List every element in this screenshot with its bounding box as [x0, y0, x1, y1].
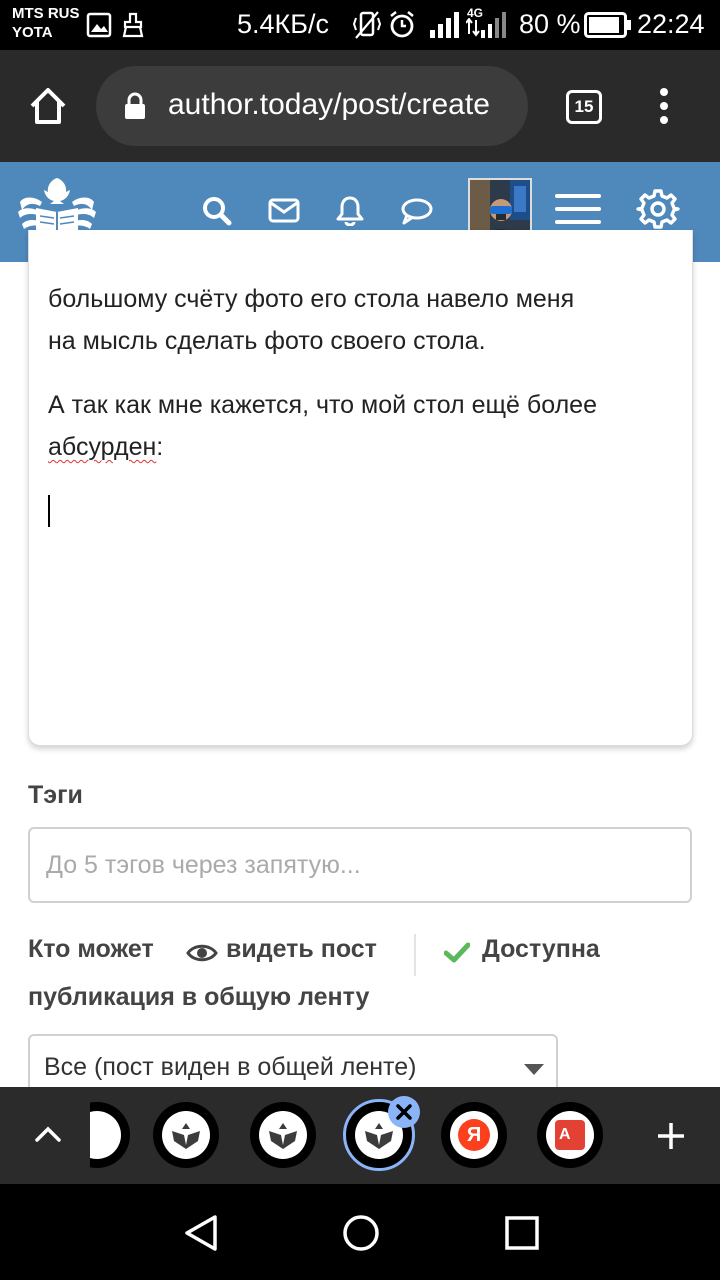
clock: 22:24 — [637, 9, 705, 39]
chevron-up-icon[interactable] — [34, 1125, 62, 1143]
visibility-label: видеть пост — [226, 935, 377, 963]
search-icon[interactable] — [202, 196, 232, 226]
bell-icon[interactable] — [335, 194, 365, 226]
close-tab-button[interactable] — [388, 1096, 420, 1128]
visibility-prefix: Кто может — [28, 935, 154, 963]
signal-icon — [430, 12, 459, 38]
visibility-select-value: Все (пост виден в общей ленте) — [44, 1053, 417, 1081]
chevron-down-icon — [524, 1064, 544, 1075]
translate-icon: A — [555, 1120, 585, 1150]
carrier-name-secondary: YOTA — [12, 24, 53, 41]
tab-thumbnail-partial[interactable] — [90, 1102, 130, 1168]
vibrate-icon — [352, 11, 382, 39]
url-bar[interactable]: author.today/post/create — [96, 66, 528, 146]
yandex-icon: Я — [458, 1119, 490, 1151]
author-today-icon — [172, 1123, 200, 1149]
chat-icon[interactable] — [400, 196, 434, 226]
carrier-name: MTS RUS — [12, 5, 80, 22]
alarm-icon — [390, 11, 414, 38]
close-icon — [396, 1104, 412, 1120]
mail-icon[interactable] — [268, 198, 300, 224]
tab-switcher-button[interactable]: 15 — [566, 90, 602, 124]
editor-text-line: на мысль сделать фото своего стола. — [48, 327, 486, 355]
editor-text-line: большому счёту фото его стола навело мен… — [48, 285, 575, 313]
signal-icon-secondary — [481, 12, 506, 38]
browser-toolbar: author.today/post/create 15 — [0, 50, 720, 162]
tags-label: Тэги — [28, 781, 83, 809]
network-speed: 5.4КБ/с — [237, 9, 329, 39]
gear-icon[interactable] — [636, 187, 680, 231]
editor-text-punctuation: : — [156, 433, 164, 461]
battery-icon — [584, 12, 631, 38]
misspelled-word[interactable]: абсурден — [48, 433, 156, 461]
new-tab-plus-icon[interactable] — [656, 1121, 686, 1151]
system-nav-bar — [0, 1184, 720, 1280]
gallery-icon — [86, 12, 112, 38]
battery-percent: 80 % — [519, 9, 581, 39]
lock-icon — [125, 92, 145, 119]
home-nav-icon[interactable] — [342, 1214, 380, 1252]
divider — [414, 934, 416, 976]
tab-thumbnail[interactable] — [153, 1102, 219, 1168]
editor-text-line: А так как мне кажется, что мой стол ещё … — [48, 391, 597, 419]
tab-thumbnail[interactable]: Я — [441, 1102, 507, 1168]
back-icon[interactable] — [183, 1214, 219, 1252]
text-caret — [48, 495, 50, 527]
data-arrows-icon — [466, 18, 480, 37]
feed-availability-label-line2: публикация в общую ленту — [28, 983, 370, 1011]
cleaner-icon — [122, 12, 144, 38]
eye-icon — [186, 944, 218, 962]
home-icon[interactable] — [28, 86, 68, 126]
editor-text-line: абсурден: — [48, 426, 688, 468]
feed-availability-label: Доступна — [482, 935, 600, 963]
overflow-menu-icon[interactable] — [652, 86, 676, 126]
menu-icon[interactable] — [555, 192, 601, 226]
status-bar: MTS RUS YOTA 5.4КБ/с 4G 80 % 22:24 — [0, 0, 720, 50]
tab-thumbnail[interactable]: A — [537, 1102, 603, 1168]
tags-input[interactable]: До 5 тэгов через запятую... — [28, 827, 692, 903]
check-icon — [444, 942, 470, 963]
tab-thumbnail[interactable] — [250, 1102, 316, 1168]
tab-strip: Я A — [0, 1087, 720, 1184]
recents-icon[interactable] — [504, 1215, 540, 1251]
url-text: author.today/post/create — [168, 88, 490, 121]
author-today-icon — [269, 1123, 297, 1149]
